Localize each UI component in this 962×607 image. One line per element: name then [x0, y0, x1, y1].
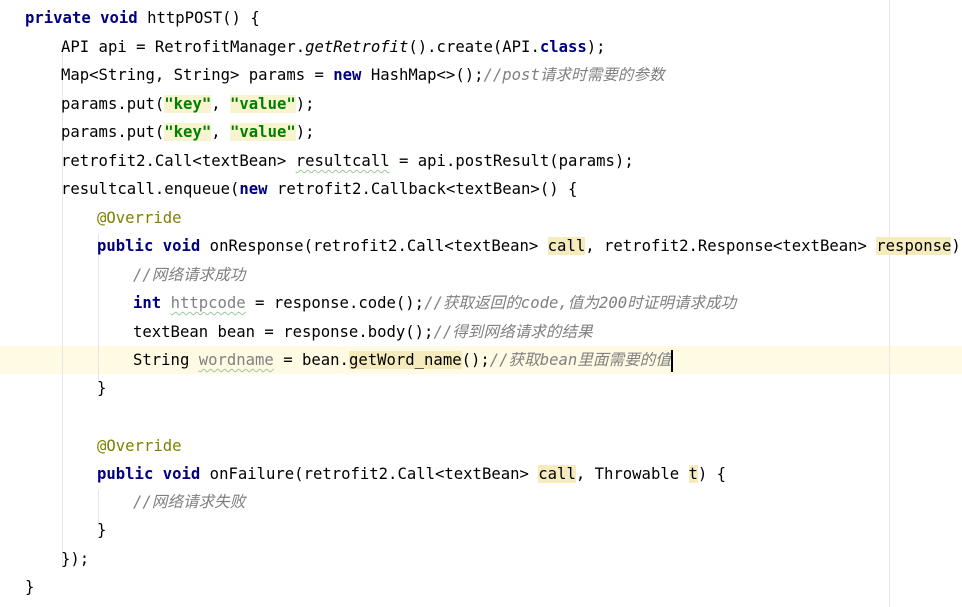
- code-token: }: [97, 379, 107, 397]
- code-comment: //post请求时需要的参数: [483, 66, 665, 84]
- code-token: }: [97, 521, 107, 539]
- parameter-highlight: response: [876, 237, 952, 255]
- string-literal: "value": [230, 123, 296, 141]
- code-token: params.put(: [61, 95, 165, 113]
- parameter-highlight: t: [688, 465, 698, 483]
- code-token: void: [162, 465, 201, 483]
- code-line: }: [97, 374, 106, 402]
- text-cursor: [670, 349, 673, 372]
- code-line: params.put("key", "value");: [61, 90, 315, 118]
- code-token: = bean.: [273, 351, 349, 369]
- code-token: new: [239, 180, 268, 198]
- unused-variable: resultcall: [295, 152, 390, 170]
- code-token: getRetrofit: [305, 38, 409, 56]
- code-line: retrofit2.Call<textBean> resultcall = ap…: [61, 147, 634, 175]
- code-line: Map<String, String> params = new HashMap…: [61, 61, 665, 89]
- parameter-highlight: call: [538, 465, 576, 483]
- code-comment: //网络请求失败: [133, 493, 246, 511]
- code-token: onFailure(retrofit2.Call<textBean>: [200, 465, 539, 483]
- code-token: new: [333, 66, 362, 84]
- code-line: textBean bean = response.body();//得到网络请求…: [133, 318, 593, 346]
- code-line: }: [25, 573, 34, 601]
- code-comment: //获取bean里面需要的值: [489, 351, 671, 369]
- code-line: //网络请求成功: [133, 261, 245, 289]
- annotation: @Override: [97, 209, 182, 227]
- code-token: void: [162, 237, 201, 255]
- code-line: int httpcode = response.code();//获取返回的co…: [133, 289, 736, 317]
- code-token: String: [133, 351, 199, 369]
- code-token: onResponse(retrofit2.Call<textBean>: [200, 237, 548, 255]
- code-token: );: [295, 95, 315, 113]
- code-token: public: [97, 465, 154, 483]
- code-line: }: [97, 516, 106, 544]
- code-line: API api = RetrofitManager.getRetrofit().…: [61, 33, 606, 61]
- code-token: private: [25, 9, 91, 27]
- code-token: void: [100, 9, 138, 27]
- code-token: }: [25, 578, 35, 596]
- code-line: //网络请求失败: [133, 488, 245, 516]
- code-token: ().create(API.: [408, 38, 540, 56]
- code-token: ) {: [951, 237, 961, 255]
- code-line-current: String wordname = bean.getWord_name();//…: [133, 346, 673, 374]
- code-token: ();: [461, 351, 490, 369]
- code-comment: //得到网络请求的结果: [433, 323, 593, 341]
- parameter-highlight: call: [547, 237, 586, 255]
- code-comment: //网络请求成功: [133, 266, 246, 284]
- code-line: @Override: [97, 204, 182, 232]
- code-token: , Throwable: [575, 465, 689, 483]
- code-token: ,: [211, 123, 231, 141]
- annotation: @Override: [97, 437, 182, 455]
- code-line: @Override: [97, 432, 182, 460]
- code-token: HashMap<>();: [361, 66, 484, 84]
- code-token: = response.code();: [245, 294, 425, 312]
- code-token: params.put(: [61, 123, 165, 141]
- code-token: retrofit2.Call<textBean>: [61, 152, 296, 170]
- code-line: });: [61, 545, 89, 573]
- code-line: params.put("key", "value");: [61, 118, 315, 146]
- code-token: });: [61, 550, 90, 568]
- code-line: resultcall.enqueue(new retrofit2.Callbac…: [61, 175, 577, 203]
- code-token: = api.postResult(params);: [389, 152, 634, 170]
- method-call-highlight: getWord_name: [348, 351, 462, 369]
- code-token: API api = RetrofitManager.: [61, 38, 306, 56]
- code-editor[interactable]: private void httpPOST() { API api = Retr…: [0, 0, 962, 607]
- code-token: Map<String, String> params =: [61, 66, 334, 84]
- code-token: resultcall.enqueue(: [61, 180, 240, 198]
- code-token: , retrofit2.Response<textBean>: [585, 237, 877, 255]
- code-line: public void onFailure(retrofit2.Call<tex…: [97, 460, 726, 488]
- unused-variable: httpcode: [170, 294, 246, 312]
- code-token: ,: [211, 95, 231, 113]
- code-token: class: [539, 38, 587, 56]
- code-token: retrofit2.Callback<textBean>() {: [267, 180, 578, 198]
- code-token: public: [97, 237, 154, 255]
- code-token: ) {: [697, 465, 727, 483]
- string-literal: "key": [164, 123, 212, 141]
- unused-variable: wordname: [198, 351, 274, 369]
- code-comment: //获取返回的code,值为200时证明请求成功: [424, 294, 737, 312]
- code-token: );: [295, 123, 315, 141]
- code-token: httpPOST: [147, 9, 223, 27]
- code-token: () {: [222, 9, 260, 27]
- right-margin-guide: [889, 0, 890, 607]
- code-token: );: [586, 38, 606, 56]
- string-literal: "key": [164, 95, 212, 113]
- code-line: public void onResponse(retrofit2.Call<te…: [97, 232, 962, 260]
- string-literal: "value": [230, 95, 296, 113]
- code-line: private void httpPOST() {: [25, 4, 260, 32]
- code-token: int: [133, 294, 162, 312]
- code-token: textBean bean = response.body();: [133, 323, 434, 341]
